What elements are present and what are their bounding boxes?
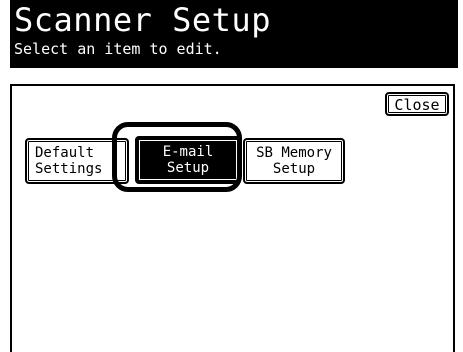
fax-screen: Scanner Setup Select an item to edit. Cl… [0,0,463,352]
screen-header: Scanner Setup Select an item to edit. [10,0,458,68]
default-settings-label-line1: Default [35,145,95,161]
default-settings-label-line2: Settings [35,161,103,177]
close-button[interactable]: Close [385,92,449,116]
usb-memory-setup-button[interactable]: SB Memory Setup [243,138,345,184]
page-title: Scanner Setup [14,1,271,39]
menu-panel: Close Default Settings E-mail Setup SB M… [10,84,455,352]
close-button-label: Close [394,96,440,114]
email-setup-button[interactable]: E-mail Setup [135,136,241,184]
usb-memory-setup-label-line1: SB Memory [256,145,332,161]
email-setup-label-line1: E-mail [162,144,214,160]
default-settings-button[interactable]: Default Settings [25,138,129,184]
email-setup-label-line2: Setup [166,160,210,176]
page-subtitle: Select an item to edit. [14,40,222,58]
usb-memory-setup-label-line2: Setup [272,161,316,177]
